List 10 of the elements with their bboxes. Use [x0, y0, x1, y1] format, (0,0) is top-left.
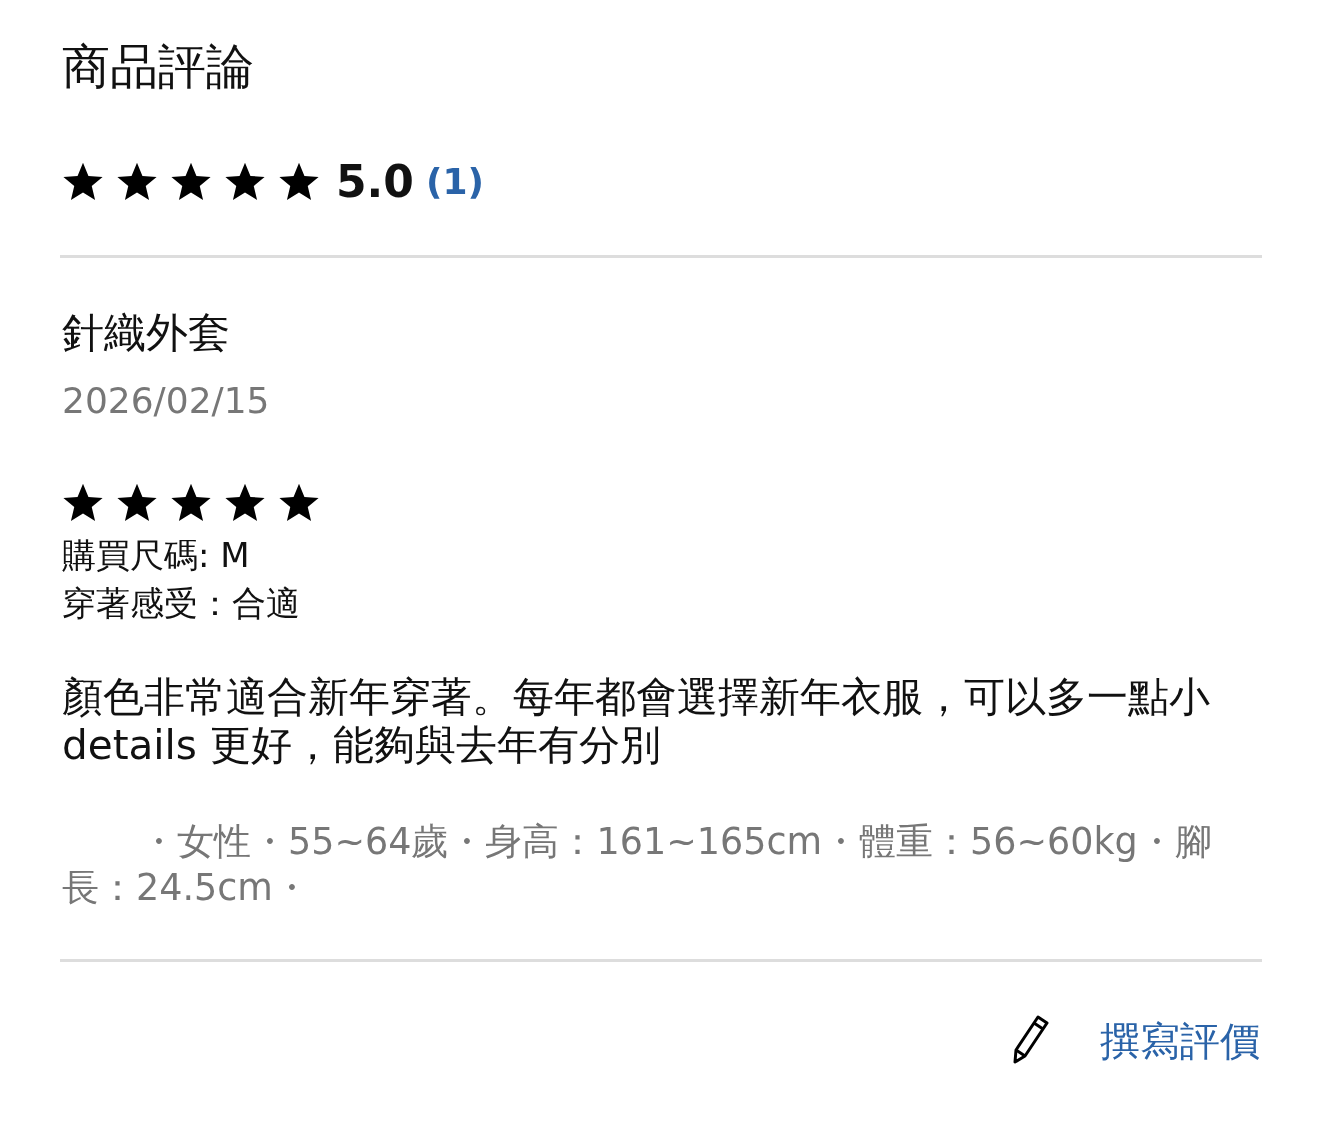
- reviewer-profile: ・女性・55~64歲・身高：161~165cm・體重：56~60kg・腳長：24.5cm・: [62, 819, 1213, 911]
- review-count[interactable]: (1): [425, 160, 484, 202]
- review-detail: 穿著感受：合適: [62, 582, 301, 625]
- average-score: 5.0: [336, 155, 414, 207]
- write-review-button[interactable]: 撰寫評價: [1100, 1014, 1260, 1070]
- review-detail: 購買尺碼: M: [62, 534, 251, 577]
- review-date: 2026/02/15: [62, 380, 271, 421]
- page-title: 商品評論: [62, 38, 255, 96]
- product-name: 針織外套: [62, 307, 231, 358]
- review-text: 顏色非常適合新年穿著。每年都會選擇新年衣服，可以多一點小 details 更好，能夠與去年有分別: [62, 673, 1211, 769]
